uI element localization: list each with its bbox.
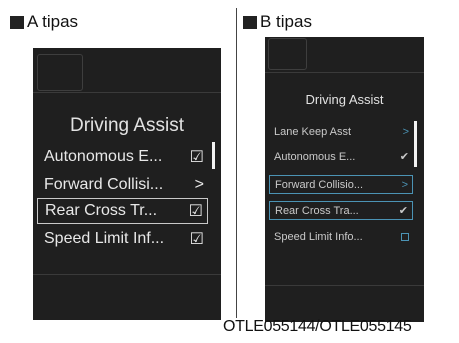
menu-title: Driving Assist: [305, 92, 384, 107]
menu-item-label: Speed Limit Info...: [274, 230, 363, 243]
menu-item-rear-cross-traffic[interactable]: Rear Cross Tr... ☑: [37, 198, 208, 224]
menu-item-label: Rear Cross Tra...: [275, 204, 359, 217]
divider: [33, 274, 221, 275]
menu-item-autonomous-emergency-braking[interactable]: Autonomous E... ✔: [269, 147, 413, 166]
divider: [33, 92, 221, 93]
type-a-label-text: A tipas: [27, 12, 79, 31]
menu-item-rear-cross-traffic[interactable]: Rear Cross Tra... ✔: [269, 201, 413, 220]
chevron-right-icon: >: [402, 125, 409, 138]
menu-item-speed-limit-info[interactable]: Speed Limit Info...: [269, 227, 413, 246]
type-a-label: A tipas: [10, 12, 78, 32]
checkbox-checked-icon[interactable]: ☑: [189, 201, 203, 221]
checkbox-checked-icon[interactable]: ☑: [190, 229, 204, 249]
menu-title: Driving Assist: [69, 115, 185, 136]
menu-item-forward-collision[interactable]: Forward Collisio... >: [269, 175, 413, 194]
black-square-icon: [10, 15, 24, 29]
menu-item-autonomous-emergency-braking[interactable]: Autonomous E... ☑: [37, 144, 208, 170]
menu-item-speed-limit-info[interactable]: Speed Limit Inf... ☑: [37, 226, 208, 252]
menu-item-label: Lane Keep Asst: [274, 125, 352, 138]
cluster-screen-a: Driving Assist Autonomous E... ☑ Forward…: [33, 48, 221, 320]
chevron-right-icon: >: [194, 176, 204, 193]
chevron-right-icon: >: [401, 178, 408, 191]
menu-item-lane-keep-assist[interactable]: Lane Keep Asst >: [269, 122, 413, 141]
divider: [265, 72, 424, 73]
checkbox-unchecked-icon[interactable]: [401, 232, 409, 241]
divider: [265, 285, 424, 286]
cluster-screen-b: Driving Assist Lane Keep Asst > Autonomo…: [265, 37, 424, 322]
check-icon[interactable]: ✔: [399, 204, 408, 217]
black-square-icon: [243, 15, 257, 29]
divider: [236, 8, 237, 318]
check-icon[interactable]: ✔: [400, 150, 409, 163]
menu-item-label: Speed Limit Inf...: [44, 230, 165, 247]
menu-item-label: Autonomous E...: [44, 148, 163, 165]
menu-item-forward-collision[interactable]: Forward Collisi... >: [37, 172, 208, 198]
menu-item-label: Rear Cross Tr...: [45, 202, 158, 219]
figure-code: OTLE055144/OTLE055145: [223, 318, 412, 335]
menu-item-label: Forward Collisi...: [44, 176, 164, 193]
scrollbar[interactable]: [414, 121, 417, 167]
back-box[interactable]: [268, 38, 307, 70]
type-b-label: B tipas: [243, 12, 312, 32]
type-b-label-text: B tipas: [260, 12, 312, 31]
checkbox-checked-icon[interactable]: ☑: [190, 147, 204, 167]
scrollbar[interactable]: [212, 142, 215, 169]
menu-item-label: Autonomous E...: [274, 150, 356, 163]
back-box[interactable]: [37, 54, 83, 91]
menu-item-label: Forward Collisio...: [275, 178, 364, 191]
